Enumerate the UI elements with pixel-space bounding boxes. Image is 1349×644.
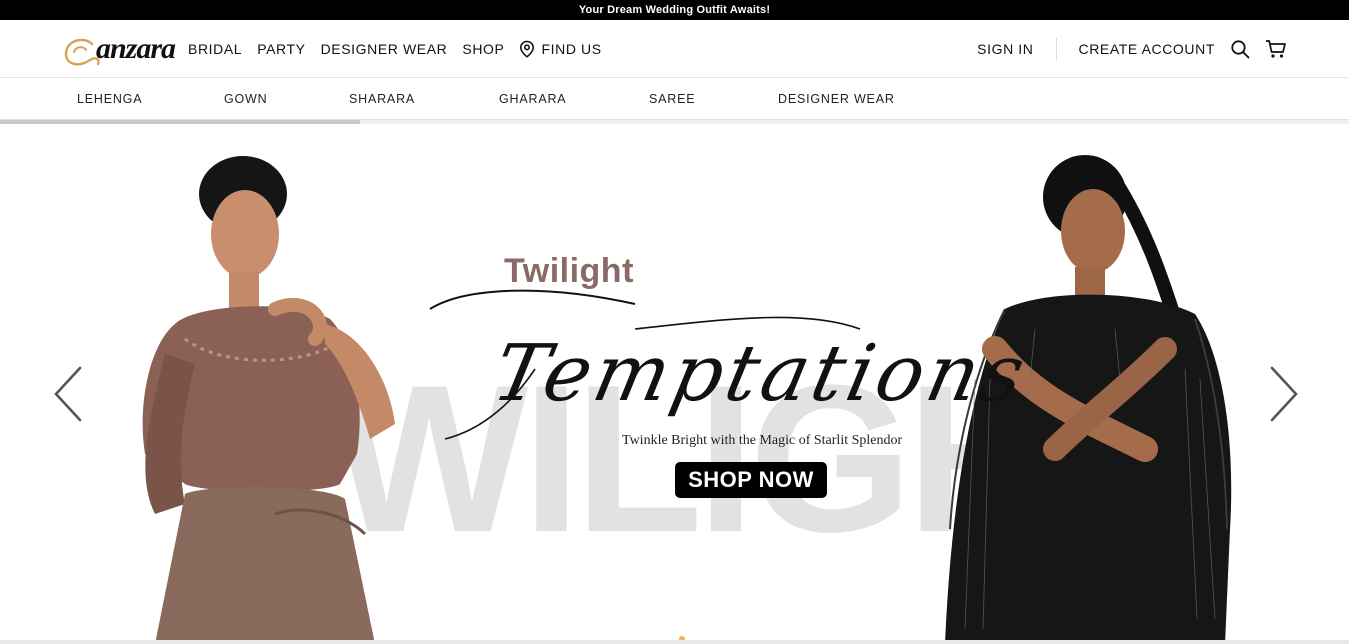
category-designer-wear[interactable]: DESIGNER WEAR bbox=[778, 92, 895, 106]
category-sharara[interactable]: SHARARA bbox=[349, 92, 415, 106]
category-gown[interactable]: GOWN bbox=[224, 92, 267, 106]
nav-find-us[interactable]: FIND US bbox=[519, 40, 601, 58]
left-model-image bbox=[142, 156, 395, 644]
main-nav: BRIDAL PARTY DESIGNER WEAR SHOP FIND US bbox=[188, 20, 602, 78]
nav-designer-wear[interactable]: DESIGNER WEAR bbox=[321, 41, 448, 57]
bottom-scrollbar bbox=[0, 640, 1349, 644]
nav-party[interactable]: PARTY bbox=[257, 41, 305, 57]
nav-shop-label: SHOP bbox=[462, 41, 505, 57]
hero-tagline: Twinkle Bright with the Magic of Starlit… bbox=[622, 433, 903, 448]
nav-find-us-label: FIND US bbox=[541, 41, 602, 57]
category-saree[interactable]: SAREE bbox=[649, 92, 695, 106]
announcement-text: Your Dream Wedding Outfit Awaits! bbox=[578, 4, 771, 16]
announcement-bar: Your Dream Wedding Outfit Awaits! bbox=[0, 0, 1349, 20]
account-area: SIGN IN CREATE ACCOUNT bbox=[977, 20, 1287, 78]
category-nav: LEHENGA GOWN SHARARA GHARARA SAREE DESIG… bbox=[0, 78, 1349, 120]
hero-headline-script: Temptations bbox=[485, 329, 1036, 419]
nav-party-label: PARTY bbox=[257, 41, 306, 57]
location-pin-icon bbox=[519, 40, 535, 58]
create-account-link[interactable]: CREATE ACCOUNT bbox=[1079, 41, 1216, 57]
shop-now-button[interactable]: SHOP NOW bbox=[675, 462, 827, 498]
category-gharara[interactable]: GHARARA bbox=[499, 92, 566, 106]
cart-icon[interactable] bbox=[1265, 38, 1287, 60]
search-icon[interactable] bbox=[1229, 38, 1251, 60]
nav-bridal[interactable]: BRIDAL bbox=[188, 41, 242, 57]
nav-shop[interactable]: SHOP bbox=[462, 41, 504, 57]
hero-banner[interactable]: WILIGH Twilight Temptations Twinkle Brig… bbox=[0, 124, 1349, 644]
nav-designer-wear-label: DESIGNER WEAR bbox=[320, 41, 448, 57]
chevron-left-icon[interactable] bbox=[50, 364, 86, 424]
brand-logo[interactable]: anzara bbox=[62, 30, 176, 72]
nav-bridal-label: BRIDAL bbox=[188, 41, 243, 57]
site-header: anzara BRIDAL PARTY DESIGNER WEAR SHOP F… bbox=[0, 20, 1349, 78]
brand-name: anzara bbox=[96, 32, 176, 65]
category-lehenga[interactable]: LEHENGA bbox=[77, 92, 142, 106]
sign-in-link[interactable]: SIGN IN bbox=[977, 41, 1033, 57]
account-divider bbox=[1055, 38, 1057, 60]
chevron-right-icon[interactable] bbox=[1266, 364, 1302, 424]
